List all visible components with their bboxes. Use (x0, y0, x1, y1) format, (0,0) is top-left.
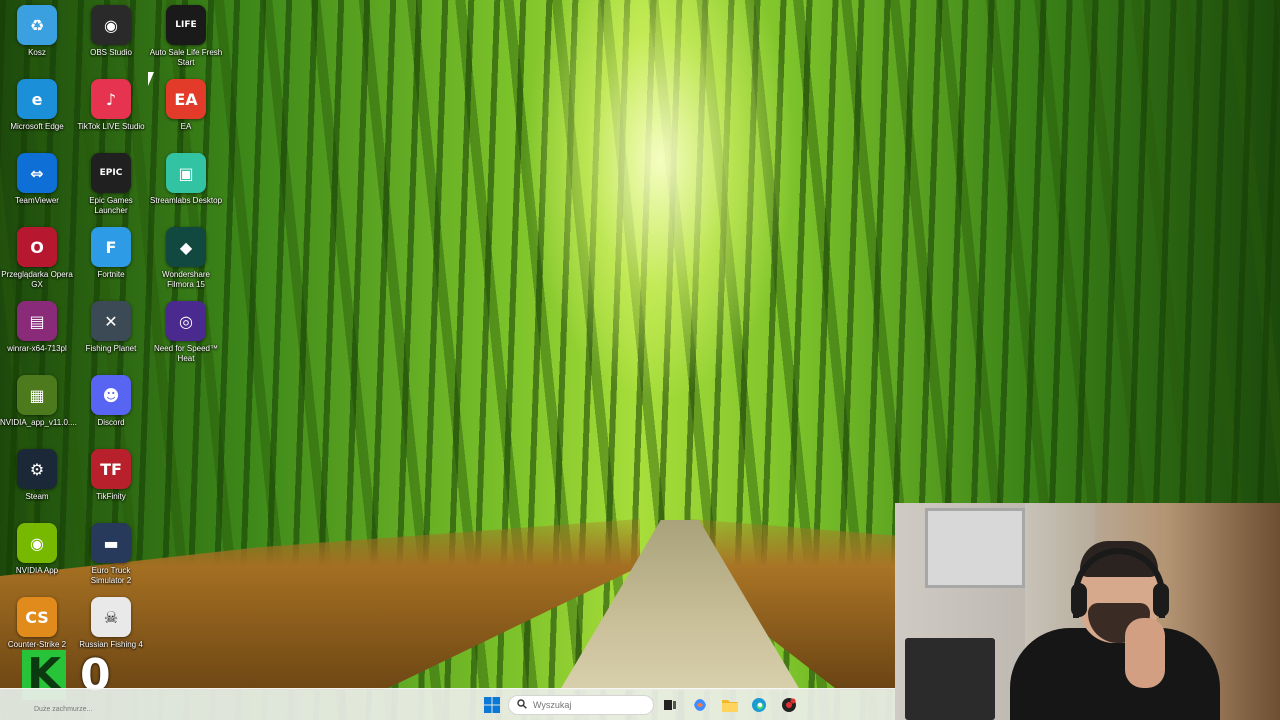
desktop-icon-label: Streamlabs Desktop (149, 196, 223, 205)
desktop-icon-nfs-heat[interactable]: ◎ Need for Speed™ Heat (149, 301, 223, 373)
desktop-icon-tikfinity[interactable]: TF TikFinity (74, 449, 148, 521)
webcam-person-hand (1125, 618, 1165, 688)
desktop-icon-label: Discord (97, 418, 125, 427)
desktop-icon-label: TikFinity (96, 492, 126, 501)
desktop-icon-obs[interactable]: ◉ OBS Studio (74, 5, 148, 77)
tiktok-icon: ♪ (91, 79, 131, 119)
desktop-icon-recycle-bin[interactable]: ♻ Kosz (0, 5, 74, 77)
weather-widget-text[interactable]: Duże zachmurze... (34, 706, 92, 713)
desktop-icon-teamviewer[interactable]: ⇔ TeamViewer (0, 153, 74, 225)
desktop-icon-label: Fortnite (97, 270, 125, 279)
webcam-cabinet (905, 638, 995, 720)
desktop-icon-fortnite[interactable]: F Fortnite (74, 227, 148, 299)
discord-icon: ☻ (91, 375, 131, 415)
desktop-icon-fishing-planet[interactable]: ✕ Fishing Planet (74, 301, 148, 373)
desktop-icon-steam[interactable]: ⚙ Steam (0, 449, 74, 521)
fishing-planet-icon: ✕ (91, 301, 131, 341)
file-explorer-icon[interactable] (720, 695, 740, 715)
desktop-icon-opera-gx[interactable]: O Przeglądarka Opera GX (0, 227, 74, 299)
fortnite-icon: F (91, 227, 131, 267)
copilot-icon[interactable] (690, 695, 710, 715)
app-taskbar-icon[interactable] (779, 695, 799, 715)
desktop-icon-label: Russian Fishing 4 (79, 640, 143, 649)
mouse-cursor (148, 72, 154, 86)
desktop-icon-label: EA (180, 122, 192, 131)
desktop-icon-nvidia-installer[interactable]: ▦ NVIDIA_app_v11.0.... (0, 375, 77, 447)
desktop-icon-label: Microsoft Edge (10, 122, 64, 131)
desktop-icon-label: Euro Truck Simulator 2 (90, 566, 132, 585)
desktop-icon-epic-games[interactable]: EPIC Epic Games Launcher (74, 153, 148, 225)
taskbar: Duże zachmurze... (0, 688, 895, 720)
edge-taskbar-icon[interactable] (749, 695, 769, 715)
nfs-heat-icon: ◎ (166, 301, 206, 341)
windows-start-icon[interactable] (482, 695, 502, 715)
task-view-icon[interactable] (660, 695, 680, 715)
winrar-icon: ▤ (17, 301, 57, 341)
desktop-icon-label: TeamViewer (15, 196, 59, 205)
desktop-icon-label: Epic Games Launcher (89, 196, 133, 215)
desktop-icon-auto-sale-life[interactable]: LIFE Auto Sale Life Fresh Start (149, 5, 223, 77)
desktop-icon-label: Wondershare Filmora 15 (162, 270, 210, 289)
ea-icon: EA (166, 79, 206, 119)
taskbar-search[interactable] (508, 695, 654, 715)
desktop-icon-ea[interactable]: EA EA (149, 79, 223, 151)
desktop-icon-label: NVIDIA App (15, 566, 59, 575)
cs2-icon: CS (17, 597, 57, 637)
desktop-icon-label: Auto Sale Life Fresh Start (149, 48, 223, 67)
desktop-icon-winrar[interactable]: ▤ winrar-x64-713pl (0, 301, 74, 373)
ets2-icon: ▬ (91, 523, 131, 563)
nvidia-app-icon: ◉ (17, 523, 57, 563)
edge-icon: e (17, 79, 57, 119)
desktop-icon-label: TikTok LIVE Studio (77, 122, 145, 131)
desktop-icon-label: Need for Speed™ Heat (153, 344, 219, 363)
search-icon (517, 698, 527, 712)
webcam-headset-left (1071, 583, 1087, 617)
russian-fishing-icon: ☠ (91, 597, 131, 637)
webcam-wall-frame (925, 508, 1025, 588)
epic-games-icon: EPIC (91, 153, 131, 193)
desktop-icon-label: NVIDIA_app_v11.0.... (0, 418, 77, 427)
desktop-icon-label: Przeglądarka Opera GX (1, 270, 73, 289)
desktop-icon-label: Fishing Planet (85, 344, 137, 353)
tikfinity-icon: TF (91, 449, 131, 489)
desktop-icon-label: Kosz (28, 48, 46, 57)
desktop-icon-label: winrar-x64-713pl (7, 344, 67, 353)
webcam-overlay (895, 503, 1280, 720)
desktop-icon-filmora[interactable]: ◆ Wondershare Filmora 15 (149, 227, 223, 299)
streamlabs-icon: ▣ (166, 153, 206, 193)
webcam-headset-right (1153, 583, 1169, 617)
obs-icon: ◉ (91, 5, 131, 45)
desktop-icon-discord[interactable]: ☻ Discord (74, 375, 148, 447)
opera-gx-icon: O (17, 227, 57, 267)
teamviewer-icon: ⇔ (17, 153, 57, 193)
desktop-icon-label: OBS Studio (90, 48, 132, 57)
desktop-icon-ets2[interactable]: ▬ Euro Truck Simulator 2 (74, 523, 148, 595)
desktop-icon-nvidia-app[interactable]: ◉ NVIDIA App (0, 523, 74, 595)
desktop-icon-tiktok[interactable]: ♪ TikTok LIVE Studio (74, 79, 148, 151)
desktop-icon-edge[interactable]: e Microsoft Edge (0, 79, 74, 151)
search-input[interactable] (533, 700, 643, 710)
recycle-bin-icon: ♻ (17, 5, 57, 45)
nvidia-installer-icon: ▦ (17, 375, 57, 415)
desktop-icon-streamlabs[interactable]: ▣ Streamlabs Desktop (149, 153, 223, 225)
filmora-icon: ◆ (166, 227, 206, 267)
auto-sale-life-icon: LIFE (166, 5, 206, 45)
desktop-icon-label: Steam (25, 492, 49, 501)
steam-icon: ⚙ (17, 449, 57, 489)
